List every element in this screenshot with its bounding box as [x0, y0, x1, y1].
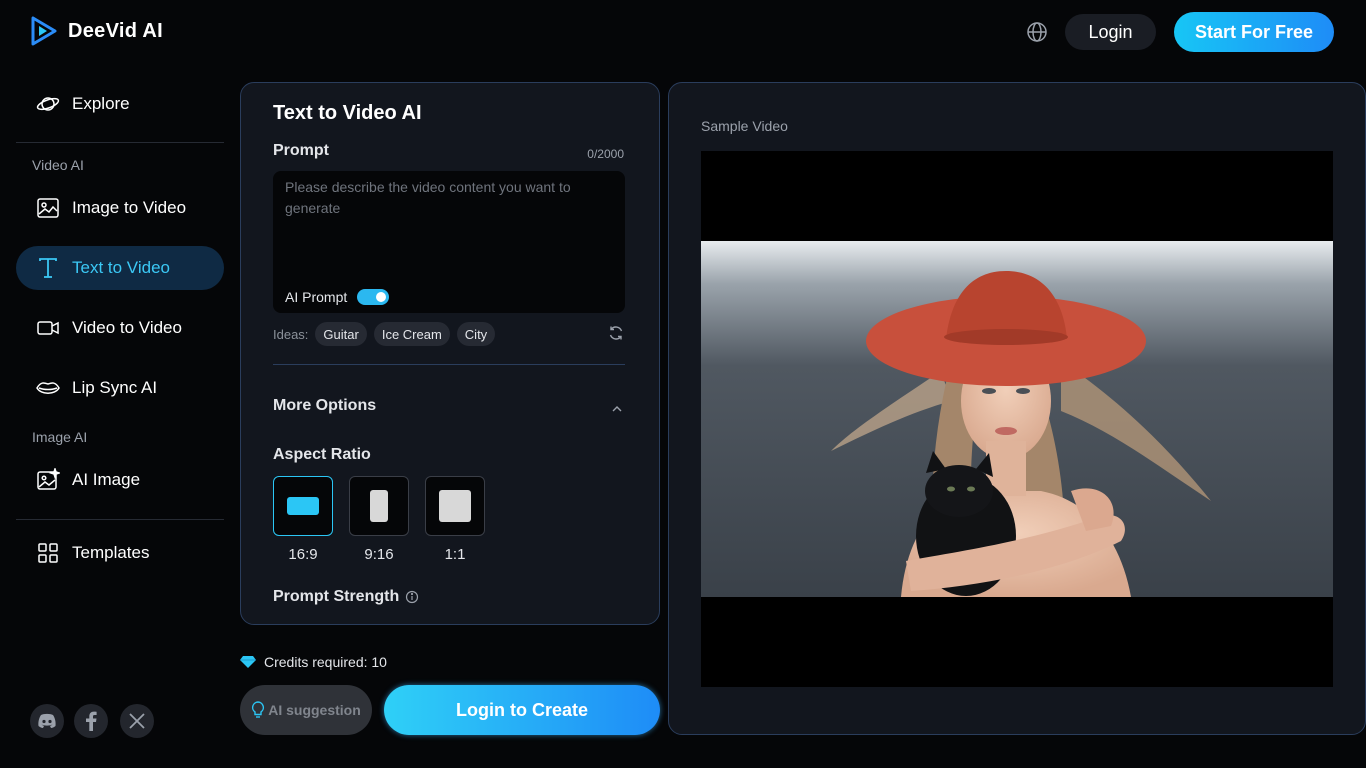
portrait-ratio-icon	[370, 490, 388, 522]
lips-icon	[36, 382, 60, 394]
sidebar: Explore Video AI Image to Video Text to …	[16, 80, 224, 760]
aspect-ratio-1-1[interactable]	[425, 476, 485, 536]
brand-name: DeeVid AI	[68, 19, 163, 42]
square-ratio-icon	[439, 490, 471, 522]
aspect-ratio-label-1-1: 1:1	[444, 546, 466, 563]
ai-prompt-label: AI Prompt	[285, 289, 348, 305]
ideas-label: Ideas:	[273, 326, 309, 342]
sample-video-panel: Sample Video	[668, 82, 1366, 735]
start-for-free-button[interactable]: Start For Free	[1174, 12, 1334, 52]
login-button[interactable]: Login	[1065, 14, 1156, 50]
text-icon	[39, 258, 57, 278]
chevron-up-icon[interactable]	[611, 405, 623, 413]
refresh-icon[interactable]	[608, 325, 624, 341]
prompt-strength-text: Prompt Strength	[273, 588, 400, 605]
idea-chip-city[interactable]: City	[456, 322, 496, 346]
prompt-input[interactable]: Please describe the video content you wa…	[273, 171, 625, 313]
sidebar-item-label: Templates	[72, 543, 150, 562]
brand-logo[interactable]: DeeVid AI	[30, 16, 163, 46]
prompt-placeholder: Please describe the video content you wa…	[285, 179, 571, 216]
image-icon	[37, 198, 59, 218]
ai-prompt-toggle[interactable]	[357, 289, 390, 305]
sample-video-image	[701, 241, 1333, 597]
planet-icon	[36, 97, 60, 111]
ai-image-icon	[37, 468, 60, 490]
sidebar-item-label: Text to Video	[72, 258, 170, 277]
diamond-icon	[240, 656, 256, 668]
sidebar-item-label: Image to Video	[72, 198, 187, 217]
sidebar-item-ai-image[interactable]: AI Image	[16, 458, 224, 502]
sidebar-item-video-to-video[interactable]: Video to Video	[16, 306, 224, 350]
ai-prompt-control: AI Prompt	[285, 289, 390, 305]
deevid-logo-icon	[31, 16, 57, 46]
prompt-label: Prompt	[273, 142, 329, 159]
sidebar-item-templates[interactable]: Templates	[16, 531, 224, 575]
sidebar-item-label: Video to Video	[72, 318, 182, 337]
idea-chip-guitar[interactable]: Guitar	[315, 322, 367, 346]
x-icon	[129, 713, 145, 729]
section-label-video-ai: Video AI	[32, 157, 84, 173]
credits-info: Credits required: 10	[240, 654, 387, 670]
info-icon[interactable]	[405, 590, 419, 604]
discord-icon	[38, 713, 56, 728]
aspect-ratio-label-9-16: 9:16	[364, 546, 394, 563]
sidebar-item-text-to-video[interactable]: Text to Video	[16, 246, 224, 290]
landscape-ratio-icon	[287, 497, 319, 515]
top-bar: DeeVid AI Login Start For Free	[0, 0, 1366, 64]
grid-icon	[38, 543, 58, 563]
facebook-link[interactable]	[74, 704, 108, 738]
section-label-image-ai: Image AI	[32, 429, 88, 445]
ai-suggestion-button[interactable]: AI suggestion	[240, 685, 372, 735]
discord-link[interactable]	[30, 704, 64, 738]
globe-icon[interactable]	[1025, 20, 1049, 44]
sidebar-item-label: Explore	[72, 94, 130, 113]
prompt-strength-label: Prompt Strength	[273, 588, 419, 606]
aspect-ratio-label-16-9: 16:9	[288, 546, 318, 563]
sidebar-item-image-to-video[interactable]: Image to Video	[16, 186, 224, 230]
aspect-ratio-9-16[interactable]	[349, 476, 409, 536]
idea-chip-ice-cream[interactable]: Ice Cream	[373, 322, 450, 346]
sample-video-label: Sample Video	[701, 118, 788, 134]
sidebar-item-explore[interactable]: Explore	[16, 82, 224, 126]
ai-suggestion-label: AI suggestion	[268, 702, 361, 718]
x-link[interactable]	[120, 704, 154, 738]
section-divider	[273, 364, 625, 365]
aspect-ratio-16-9[interactable]	[273, 476, 333, 536]
aspect-ratio-label: Aspect Ratio	[273, 446, 371, 463]
more-options-toggle[interactable]: More Options	[273, 397, 376, 415]
sidebar-divider	[16, 142, 224, 143]
ideas-row: Ideas: Guitar Ice Cream City	[273, 322, 496, 346]
text-to-video-form: Text to Video AI Prompt 0/2000 Please de…	[240, 82, 660, 625]
sidebar-item-lip-sync[interactable]: Lip Sync AI	[16, 366, 224, 410]
video-camera-icon	[37, 321, 59, 335]
sidebar-item-label: AI Image	[72, 470, 141, 489]
page-title: Text to Video AI	[273, 102, 422, 124]
sidebar-item-label: Lip Sync AI	[72, 378, 158, 397]
lightbulb-icon	[252, 701, 265, 718]
credits-text: Credits required: 10	[264, 654, 387, 670]
login-to-create-button[interactable]: Login to Create	[384, 685, 660, 735]
prompt-char-count: 0/2000	[587, 147, 624, 161]
sidebar-divider	[16, 519, 224, 520]
sample-video-player[interactable]	[701, 151, 1333, 687]
facebook-icon	[86, 711, 97, 731]
